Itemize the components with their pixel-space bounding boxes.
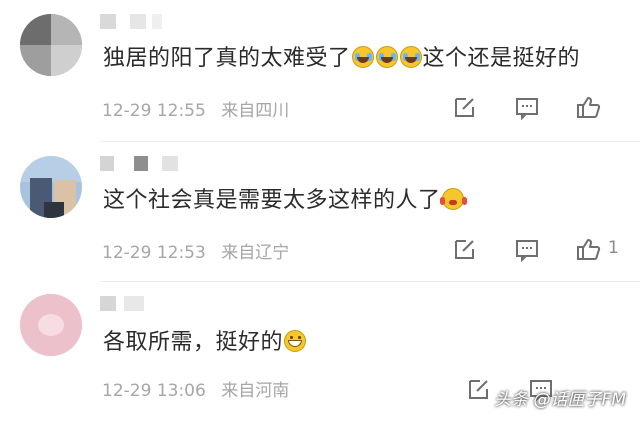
username-pixelated[interactable] <box>100 156 220 172</box>
comment-location: 来自河南 <box>221 381 290 401</box>
comment-date: 12-29 <box>102 101 152 121</box>
avatar[interactable] <box>20 14 82 76</box>
comment-icon[interactable] <box>514 94 542 122</box>
username-pixelated[interactable] <box>100 14 220 30</box>
comment-item: 这个社会真是需要太多这样的人了 12-29 12:53 来自辽宁 1 <box>0 142 640 282</box>
comment-meta: 12-29 12:53 来自辽宁 <box>102 238 289 263</box>
comment-time: 12:55 <box>156 101 206 121</box>
comment-time: 12:53 <box>156 243 206 263</box>
watermark: 头条 @话匣子FM <box>494 390 626 410</box>
crying-laughing-emoji <box>375 46 398 68</box>
comment-text: 独居的阳了真的太难受了 这个还是挺好的 <box>103 46 581 71</box>
comment-location: 来自辽宁 <box>221 243 290 263</box>
comment-item: 独居的阳了真的太难受了 这个还是挺好的 12-29 12:55 来自四川 <box>0 0 640 140</box>
comment-text: 这个社会真是需要太多这样的人了 <box>103 186 465 216</box>
edit-icon[interactable] <box>452 94 480 122</box>
comment-meta: 12-29 13:06 来自河南 <box>102 376 289 401</box>
avatar[interactable] <box>20 294 82 356</box>
thumbs-up-icon[interactable] <box>576 94 604 122</box>
comment-icon[interactable] <box>514 236 542 264</box>
avatar[interactable] <box>20 156 82 218</box>
comment-meta: 12-29 12:55 来自四川 <box>102 96 289 121</box>
moved-emoji <box>439 188 464 210</box>
edit-icon[interactable] <box>466 376 494 404</box>
thumbs-up-icon[interactable] <box>576 236 604 264</box>
comment-date: 12-29 <box>102 381 152 401</box>
edit-icon[interactable] <box>452 236 480 264</box>
crying-laughing-emoji <box>351 46 374 68</box>
like-count: 1 <box>608 238 619 258</box>
comment-date: 12-29 <box>102 243 152 263</box>
grinning-emoji <box>284 330 307 352</box>
comment-text: 各取所需，挺好的 <box>103 328 307 358</box>
comment-time: 13:06 <box>156 381 206 401</box>
comment-location: 来自四川 <box>221 101 290 121</box>
crying-laughing-emoji <box>399 46 422 68</box>
username-pixelated[interactable] <box>100 296 220 312</box>
